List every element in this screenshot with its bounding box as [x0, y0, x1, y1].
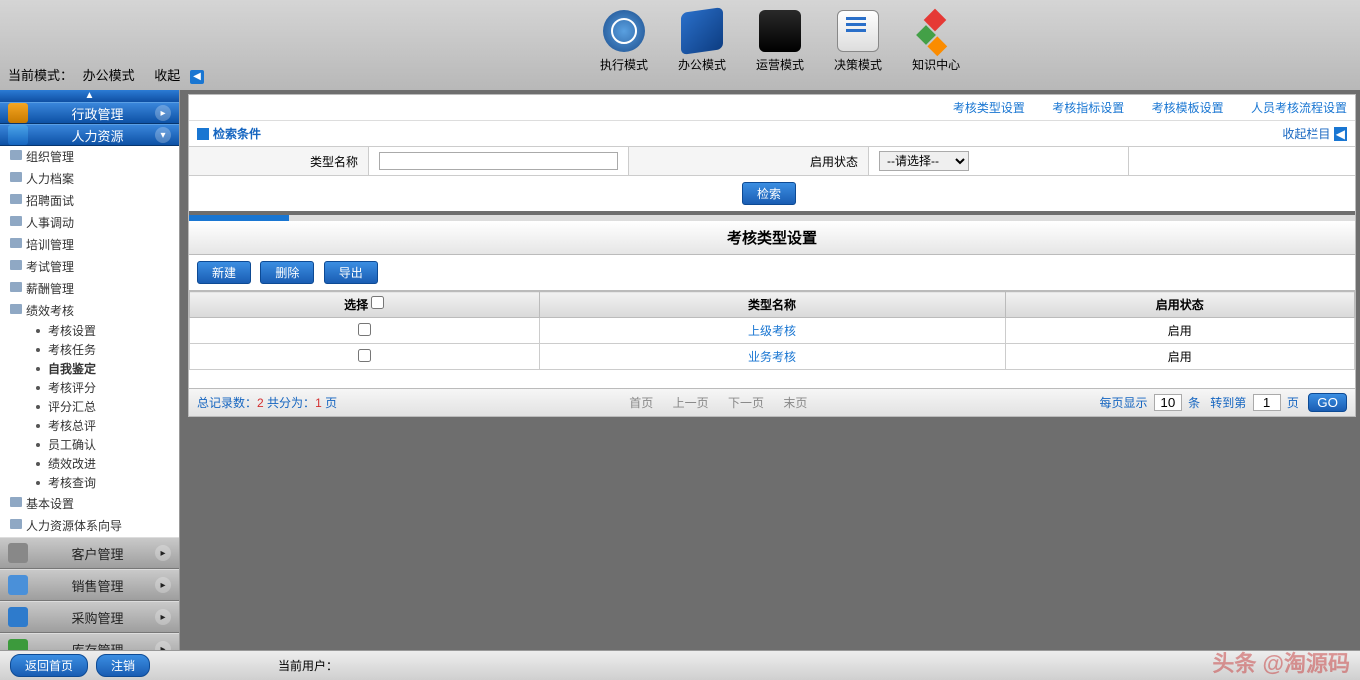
delete-button[interactable]: 删除	[260, 261, 314, 284]
admin-icon	[8, 103, 28, 123]
pager: 总记录数：2 共分为：1 页 首页 上一页 下一页 末页 每页显示 条 转到第 …	[189, 388, 1355, 416]
chevron-right-icon: ▸	[155, 545, 171, 561]
tree-query[interactable]: 考核查询	[0, 474, 179, 493]
tree-profile[interactable]: 人力档案	[0, 168, 179, 190]
chevron-right-icon: ▸	[155, 105, 171, 121]
link-template-settings[interactable]: 考核模板设置	[1152, 101, 1224, 115]
sidebar-section-purchase[interactable]: 采购管理▸	[0, 601, 179, 633]
collapse-sidebar[interactable]: 收起 ◀	[154, 68, 210, 83]
table-row: 上级考核 启用	[190, 318, 1355, 344]
row-status: 启用	[1005, 344, 1355, 370]
tree-recruit[interactable]: 招聘面试	[0, 190, 179, 212]
tree-training[interactable]: 培训管理	[0, 234, 179, 256]
tree-exam[interactable]: 考试管理	[0, 256, 179, 278]
footer: 返回首页 注销 当前用户： 头条 @淘源码	[0, 650, 1360, 680]
current-mode-value: 办公模式	[83, 68, 135, 83]
section-title: 考核类型设置	[189, 221, 1355, 255]
top-link-row: 考核类型设置 考核指标设置 考核模板设置 人员考核流程设置	[189, 95, 1355, 121]
tree-org[interactable]: 组织管理	[0, 146, 179, 168]
mode-row: 当前模式： 办公模式 收起 ◀	[0, 65, 216, 84]
status-label: 启用状态	[629, 147, 869, 175]
row-name-link[interactable]: 上级考核	[748, 324, 796, 338]
expand-icon[interactable]	[197, 128, 209, 140]
tree-salary[interactable]: 薪酬管理	[0, 278, 179, 300]
top-nav: 执行模式 办公模式 运营模式 决策模式 知识中心	[600, 10, 960, 73]
search-form: 类型名称 启用状态 --请选择--	[189, 146, 1355, 176]
sidebar-section-customer[interactable]: 客户管理▸	[0, 537, 179, 569]
clock-icon	[603, 10, 645, 52]
chevron-right-icon: ▸	[155, 577, 171, 593]
collapse-toggle-icon: ◀	[190, 70, 204, 84]
sidebar-section-hr[interactable]: 人力资源 ▾	[0, 124, 179, 146]
book-icon	[681, 7, 723, 55]
goto-page-input[interactable]	[1253, 394, 1281, 411]
nav-decision-mode[interactable]: 决策模式	[834, 10, 882, 73]
chevron-down-icon: ▾	[155, 127, 171, 143]
row-checkbox[interactable]	[358, 323, 371, 336]
tree-wizard[interactable]: 人力资源体系向导	[0, 515, 179, 537]
search-header: 检索条件 收起栏目 ◀	[189, 121, 1355, 146]
sales-icon	[8, 575, 28, 595]
cubes-icon	[915, 10, 957, 52]
chip-icon	[759, 10, 801, 52]
main-content: 考核类型设置 考核指标设置 考核模板设置 人员考核流程设置 检索条件 收起栏目 …	[180, 90, 1360, 650]
per-page-input[interactable]	[1154, 394, 1182, 411]
link-type-settings[interactable]: 考核类型设置	[953, 101, 1025, 115]
tree-scoring[interactable]: 考核评分	[0, 379, 179, 398]
status-select[interactable]: --请选择--	[879, 151, 969, 171]
type-name-input[interactable]	[379, 152, 618, 170]
export-button[interactable]: 导出	[324, 261, 378, 284]
chevron-right-icon: ▸	[155, 609, 171, 625]
link-process-settings[interactable]: 人员考核流程设置	[1251, 101, 1347, 115]
current-user-label: 当前用户：	[278, 657, 338, 674]
current-mode-label: 当前模式：	[8, 68, 73, 83]
search-button[interactable]: 检索	[742, 182, 796, 205]
nav-exec-mode[interactable]: 执行模式	[600, 10, 648, 73]
tree-assess-settings[interactable]: 考核设置	[0, 322, 179, 341]
nav-office-mode[interactable]: 办公模式	[678, 10, 726, 73]
hr-icon	[8, 125, 28, 145]
tree-final-review[interactable]: 考核总评	[0, 417, 179, 436]
pager-next[interactable]: 下一页	[728, 396, 764, 410]
tree-emp-confirm[interactable]: 员工确认	[0, 436, 179, 455]
sidebar-scroll-up[interactable]: ▲	[0, 90, 179, 102]
tree-assess-task[interactable]: 考核任务	[0, 341, 179, 360]
tree-transfer[interactable]: 人事调动	[0, 212, 179, 234]
row-checkbox[interactable]	[358, 349, 371, 362]
toolbar: 新建 删除 导出	[189, 255, 1355, 291]
row-status: 启用	[1005, 318, 1355, 344]
go-button[interactable]: GO	[1308, 393, 1347, 412]
logout-button[interactable]: 注销	[96, 654, 150, 677]
nav-knowledge[interactable]: 知识中心	[912, 10, 960, 73]
home-button[interactable]: 返回首页	[10, 654, 88, 677]
collapse-columns[interactable]: 收起栏目 ◀	[1282, 125, 1347, 142]
type-name-label: 类型名称	[189, 147, 369, 175]
pager-first[interactable]: 首页	[629, 396, 653, 410]
sidebar: ▲ 行政管理 ▸ 人力资源 ▾ 组织管理 人力档案 招聘面试 人事调动 培训管理…	[0, 90, 180, 650]
tree-self-eval[interactable]: 自我鉴定	[0, 360, 179, 379]
tree-performance[interactable]: 绩效考核	[0, 300, 179, 322]
pager-last[interactable]: 末页	[783, 396, 807, 410]
select-all-checkbox[interactable]	[371, 296, 384, 309]
top-bar: 执行模式 办公模式 运营模式 决策模式 知识中心 当前模式： 办公模式 收起 ◀	[0, 0, 1360, 90]
tree-score-summary[interactable]: 评分汇总	[0, 398, 179, 417]
purchase-icon	[8, 607, 28, 627]
pager-prev[interactable]: 上一页	[673, 396, 709, 410]
sidebar-section-admin[interactable]: 行政管理 ▸	[0, 102, 179, 124]
customer-icon	[8, 543, 28, 563]
link-index-settings[interactable]: 考核指标设置	[1052, 101, 1124, 115]
tree-basic-settings[interactable]: 基本设置	[0, 493, 179, 515]
watermark: 头条 @淘源码	[1212, 646, 1350, 678]
tree-improve[interactable]: 绩效改进	[0, 455, 179, 474]
table-row: 业务考核 启用	[190, 344, 1355, 370]
note-icon	[837, 10, 879, 52]
data-table: 选择 类型名称 启用状态 上级考核 启用 业务考核 启用	[189, 291, 1355, 370]
new-button[interactable]: 新建	[197, 261, 251, 284]
row-name-link[interactable]: 业务考核	[748, 350, 796, 364]
sidebar-section-sales[interactable]: 销售管理▸	[0, 569, 179, 601]
hr-tree: 组织管理 人力档案 招聘面试 人事调动 培训管理 考试管理 薪酬管理 绩效考核 …	[0, 146, 179, 537]
nav-ops-mode[interactable]: 运营模式	[756, 10, 804, 73]
progress-strip	[189, 215, 1355, 221]
